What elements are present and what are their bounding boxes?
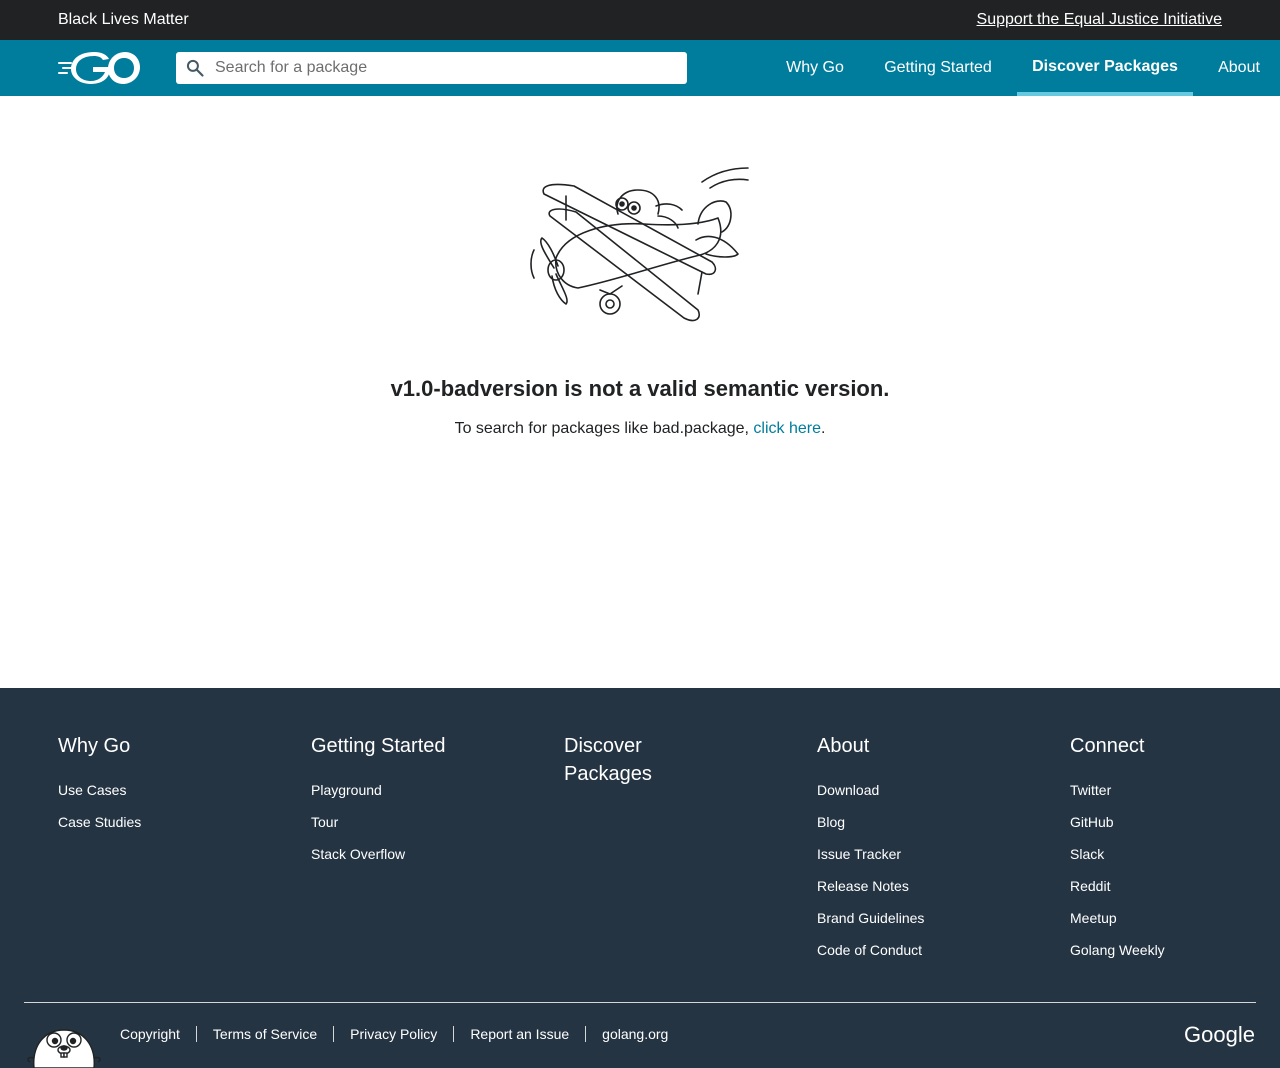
footer-link-playground[interactable]: Playground [311,782,382,798]
banner-text: Black Lives Matter [58,11,189,28]
footer-link-tour[interactable]: Tour [311,814,338,830]
legal-link-privacy[interactable]: Privacy Policy [350,1026,437,1042]
error-message-suffix: . [820,420,826,437]
footer-link-twitter[interactable]: Twitter [1070,782,1111,798]
footer-link-reddit[interactable]: Reddit [1070,878,1110,894]
footer: Why Go Use Cases Case Studies Getting St… [0,688,1280,1068]
legal-link-copyright[interactable]: Copyright [120,1026,180,1042]
footer-link-stack-overflow[interactable]: Stack Overflow [311,846,405,862]
footer-link-code-of-conduct[interactable]: Code of Conduct [817,942,922,958]
nav-discover-packages[interactable]: Discover Packages [1017,40,1193,96]
footer-heading-discover-packages[interactable]: Discover Packages [564,732,674,788]
error-message-prefix: To search for packages like bad.package, [454,420,754,437]
gopher-mascot-icon [27,1029,101,1068]
footer-link-use-cases[interactable]: Use Cases [58,782,126,798]
footer-heading-connect[interactable]: Connect [1070,732,1270,760]
google-logo-icon: Google [1184,1022,1255,1047]
header: Why Go Getting Started Discover Packages… [0,40,1280,96]
legal-separator [195,1026,197,1042]
error-message: To search for packages like bad.package,… [0,420,1280,438]
search-box [176,52,687,84]
footer-divider [24,1002,1256,1003]
main-content: v1.0-badversion is not a valid semantic … [0,96,1280,688]
nav-about[interactable]: About [1203,40,1275,96]
search-click-here-link[interactable]: click here [753,420,821,437]
footer-heading-why-go[interactable]: Why Go [58,732,258,760]
footer-link-blog[interactable]: Blog [817,814,845,830]
legal-link-report-issue[interactable]: Report an Issue [470,1026,569,1042]
footer-link-meetup[interactable]: Meetup [1070,910,1117,926]
footer-link-brand-guidelines[interactable]: Brand Guidelines [817,910,924,926]
legal-separator [453,1026,455,1042]
footer-link-download[interactable]: Download [817,782,879,798]
nav-why-go[interactable]: Why Go [771,40,859,96]
footer-heading-getting-started[interactable]: Getting Started [311,732,511,760]
footer-link-release-notes[interactable]: Release Notes [817,878,909,894]
nav-getting-started[interactable]: Getting Started [869,40,1007,96]
footer-link-github[interactable]: GitHub [1070,814,1114,830]
legal-separator [333,1026,335,1042]
footer-col-connect: Connect Twitter GitHub Slack Reddit Meet… [1070,732,1270,966]
search-input[interactable] [215,53,687,83]
footer-link-issue-tracker[interactable]: Issue Tracker [817,846,901,862]
go-logo-link[interactable] [58,52,140,84]
footer-col-getting-started: Getting Started Playground Tour Stack Ov… [311,732,511,870]
footer-heading-about[interactable]: About [817,732,1017,760]
svg-text:Google: Google [1184,1022,1255,1047]
footer-col-why-go: Why Go Use Cases Case Studies [58,732,258,838]
search-icon[interactable] [185,58,205,78]
legal-link-golang-org[interactable]: golang.org [602,1026,668,1042]
banner: Black Lives Matter Support the Equal Jus… [0,0,1280,40]
legal-separator [585,1026,587,1042]
equal-justice-link[interactable]: Support the Equal Justice Initiative [977,11,1222,29]
footer-link-golang-weekly[interactable]: Golang Weekly [1070,942,1165,958]
legal-links: Copyright Terms of Service Privacy Polic… [120,1026,668,1042]
legal-link-terms[interactable]: Terms of Service [213,1026,317,1042]
footer-link-slack[interactable]: Slack [1070,846,1104,862]
footer-col-discover-packages: Discover Packages [564,732,674,802]
error-title: v1.0-badversion is not a valid semantic … [390,376,890,401]
footer-link-case-studies[interactable]: Case Studies [58,814,141,830]
footer-col-about: About Download Blog Issue Tracker Releas… [817,732,1017,966]
go-logo-icon [58,52,140,84]
gopher-airplane-icon [530,167,749,322]
